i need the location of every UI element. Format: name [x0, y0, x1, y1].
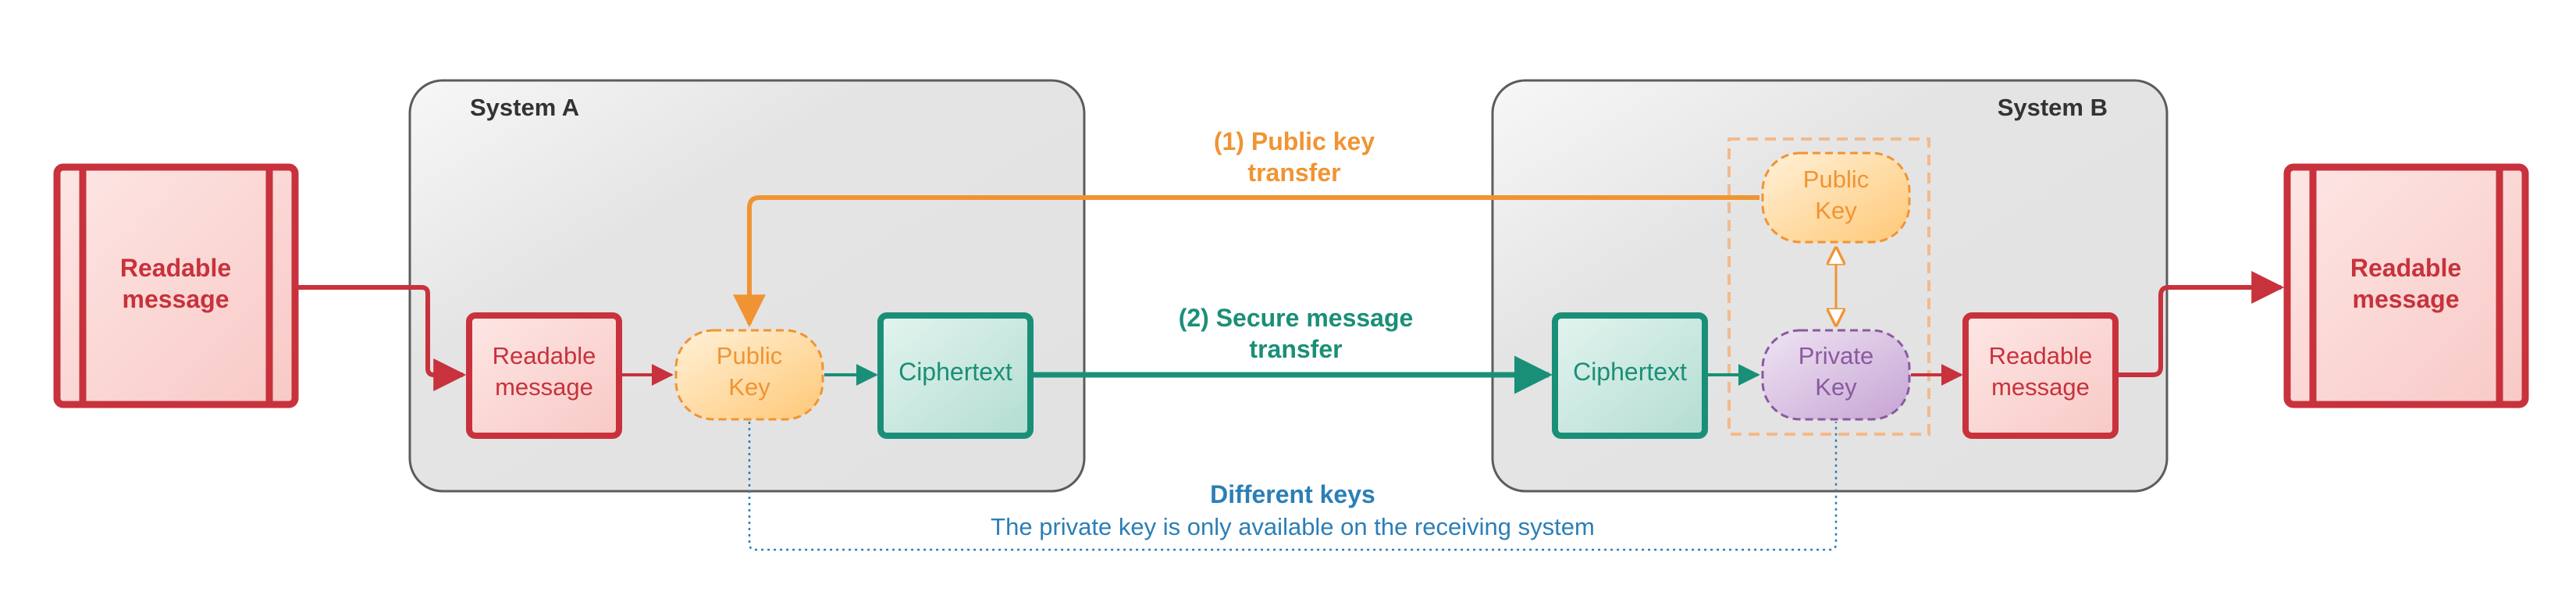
receiver-inner-message: Readable message [1962, 312, 2119, 439]
receiver-inner-message-line1: Readable [1989, 342, 2093, 369]
receiver-outer-message: Readable message [2283, 163, 2529, 408]
receiver-public-key: Public Key [1761, 151, 1911, 244]
sender-inner-message-line1: Readable [493, 342, 596, 369]
public-key-transfer-line1: (1) Public key [1214, 127, 1375, 155]
sender-outer-message-line2: message [123, 285, 229, 313]
receiver-public-key-line1: Public [1803, 166, 1869, 193]
system-b-title: System B [1998, 94, 2108, 121]
sender-outer-message: Readable message [53, 163, 299, 408]
secure-message-transfer-label: (2) Secure message transfer [1179, 304, 1414, 363]
sender-inner-message-line2: message [495, 373, 593, 401]
encryption-diagram: System A System B Readable message Reada… [0, 0, 2576, 609]
sender-ciphertext: Ciphertext [877, 312, 1034, 439]
different-keys-title: Different keys [1210, 480, 1375, 508]
different-keys-text: The private key is only available on the… [991, 513, 1595, 540]
receiver-private-key: Private Key [1761, 329, 1911, 421]
sender-inner-message: Readable message [466, 312, 622, 439]
receiver-private-key-line2: Key [1815, 373, 1857, 401]
different-keys-note: Different keys The private key is only a… [991, 480, 1595, 540]
sender-public-key-line1: Public [717, 342, 782, 369]
receiver-ciphertext: Ciphertext [1552, 312, 1708, 439]
public-key-transfer-label: (1) Public key transfer [1214, 127, 1375, 187]
receiver-ciphertext-label: Ciphertext [1573, 358, 1687, 386]
secure-message-transfer-line2: transfer [1249, 335, 1342, 363]
receiver-outer-message-line1: Readable [2350, 254, 2461, 282]
public-key-transfer-line2: transfer [1247, 159, 1340, 187]
system-a-title: System A [470, 94, 579, 121]
diagram-canvas: System A System B Readable message Reada… [53, 79, 2529, 551]
sender-outer-message-line1: Readable [120, 254, 231, 282]
secure-message-transfer-line1: (2) Secure message [1179, 304, 1414, 332]
sender-public-key: Public Key [674, 329, 824, 421]
receiver-private-key-line1: Private [1799, 342, 1873, 369]
sender-public-key-line2: Key [728, 373, 770, 401]
receiver-public-key-line2: Key [1815, 197, 1857, 224]
receiver-outer-message-line2: message [2353, 285, 2460, 313]
receiver-inner-message-line2: message [1991, 373, 2090, 401]
sender-ciphertext-label: Ciphertext [898, 358, 1012, 386]
